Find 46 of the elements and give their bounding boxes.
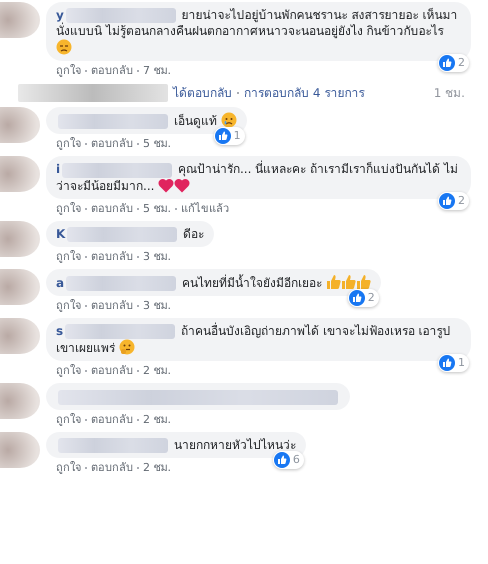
- comment-time: 3 ชม.: [143, 250, 171, 264]
- reply-link[interactable]: ตอบกลับ: [91, 412, 133, 427]
- comment-time: 2 ชม.: [143, 460, 171, 475]
- like-link[interactable]: ถูกใจ: [56, 202, 81, 216]
- comment-text: นายกกหายหัวไปไหนว่ะ: [56, 436, 296, 453]
- like-link[interactable]: ถูกใจ: [56, 137, 81, 152]
- comment-time: 2 ชม.: [143, 364, 171, 378]
- like-link[interactable]: ถูกใจ: [56, 250, 81, 264]
- comment-time: 3 ชม.: [143, 299, 171, 314]
- reply-count-link[interactable]: การตอบกลับ 4 รายการ: [244, 83, 364, 102]
- reaction-badge[interactable]: 1: [214, 127, 245, 146]
- reply-link[interactable]: ตอบกลับ: [91, 250, 133, 264]
- edited-label[interactable]: แก้ไขแล้ว: [181, 202, 229, 216]
- commenter-name[interactable]: s: [56, 324, 64, 338]
- comment-text: เอ็นดูแท้: [56, 112, 237, 130]
- comment-time: 7 ชม.: [143, 64, 171, 78]
- commenter-name[interactable]: K: [56, 226, 66, 241]
- reply-link[interactable]: ตอบกลับ: [91, 64, 133, 78]
- commenter-name[interactable]: y: [56, 8, 64, 22]
- like-link[interactable]: ถูกใจ: [56, 299, 81, 314]
- like-link[interactable]: ถูกใจ: [56, 364, 81, 378]
- reply-link[interactable]: ตอบกลับ: [91, 299, 133, 314]
- comment-time: 2 ชม.: [143, 412, 171, 427]
- comment-text: y ยายน่าจะไปอยู่บ้านพักคนชรานะ สงสารยายอะ เห็นมานั่งแบบนิ ไม่รู้ตอนกลางคืนฝนตกอากาศหนาวจะนอนอยู่ยังไง กินข้าวกับอะไร: [56, 7, 461, 56]
- reaction-badge[interactable]: 2: [438, 192, 469, 210]
- comment-text: i คุณป้าน่ารัก... นี่แหละคะ ถ้าเรามีเราก็แบ่งปันกันได้ ไม่ว่าจะมีน้อยมีมาก...: [56, 161, 459, 194]
- reply-link[interactable]: ตอบกลับ: [91, 364, 133, 378]
- like-link[interactable]: ถูกใจ: [56, 64, 81, 78]
- comment-text: K ดีอะ: [56, 226, 204, 242]
- reaction-badge[interactable]: 2: [348, 289, 379, 308]
- comment-time: 5 ชม.: [143, 137, 171, 152]
- reaction-badge[interactable]: 6: [272, 450, 304, 469]
- reply-link[interactable]: ตอบกลับ: [91, 202, 133, 216]
- reaction-badge[interactable]: 2: [438, 54, 469, 72]
- commenter-name[interactable]: i: [56, 162, 60, 176]
- reply-link[interactable]: ตอบกลับ: [91, 460, 133, 475]
- reply-time: 1 ชม.: [434, 85, 465, 102]
- comment-text: a คนไทยที่มีน้ำใจยังมีอีกเยอะ: [56, 274, 371, 292]
- replies-link[interactable]: ได้ตอบกลับ: [173, 83, 232, 102]
- reaction-badge[interactable]: 1: [438, 354, 469, 372]
- reply-link[interactable]: ตอบกลับ: [91, 137, 133, 152]
- commenter-name[interactable]: a: [56, 276, 64, 290]
- like-link[interactable]: ถูกใจ: [56, 460, 81, 475]
- like-link[interactable]: ถูกใจ: [56, 412, 81, 427]
- comment-time: 5 ชม.: [143, 202, 171, 216]
- comment-text: s ถ้าคนอื่นบังเอิญถ่ายภาพได้ เขาจะไม่ฟ้องเหรอ เอารูปเขาเผยแพร่: [56, 323, 452, 356]
